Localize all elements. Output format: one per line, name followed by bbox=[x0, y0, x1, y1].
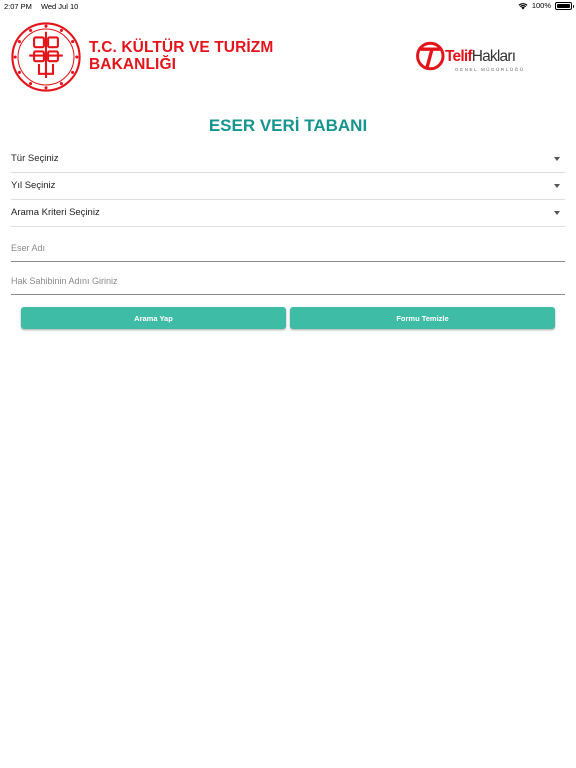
yil-select-label: Yıl Seçiniz bbox=[11, 180, 56, 191]
status-right: 100% bbox=[518, 1, 574, 10]
form-buttons: Arama Yap Formu Temizle bbox=[21, 307, 555, 329]
telif-word-bold: Telif bbox=[445, 48, 473, 65]
telif-haklari-logo: TelifHakları GENEL MÜDÜRLÜĞÜ bbox=[415, 38, 533, 78]
telif-subtitle: GENEL MÜDÜRLÜĞÜ bbox=[455, 67, 525, 72]
hak-sahibi-field-wrapper bbox=[11, 267, 565, 295]
battery-fill bbox=[557, 3, 570, 8]
status-time: 2:07 PM bbox=[4, 2, 32, 11]
header: T.C. KÜLTÜR VE TURİZM BAKANLIĞI TelifHak… bbox=[0, 20, 576, 96]
battery-percent: 100% bbox=[531, 1, 551, 10]
caret-down-icon bbox=[554, 184, 560, 188]
caret-down-icon bbox=[554, 211, 560, 215]
ministry-name-line2: BAKANLIĞI bbox=[89, 56, 177, 73]
page-title: ESER VERİ TABANI bbox=[208, 116, 368, 135]
ministry-seal-logo bbox=[11, 22, 81, 92]
ministry-name-line1: T.C. KÜLTÜR VE TURİZM bbox=[89, 39, 274, 56]
battery-icon bbox=[555, 1, 574, 10]
arama-kriteri-select-label: Arama Kriteri Seçiniz bbox=[11, 207, 100, 218]
hak-sahibi-input[interactable] bbox=[11, 267, 565, 294]
arama-kriteri-select[interactable]: Arama Kriteri Seçiniz bbox=[11, 203, 565, 227]
wifi-icon bbox=[518, 2, 528, 9]
eser-adi-field-wrapper bbox=[11, 234, 565, 262]
telif-emblem-icon bbox=[416, 41, 445, 71]
search-button[interactable]: Arama Yap bbox=[21, 307, 286, 329]
eser-adi-input[interactable] bbox=[11, 234, 565, 261]
clear-form-button[interactable]: Formu Temizle bbox=[290, 307, 555, 329]
telif-wordmark: TelifHakları bbox=[445, 48, 516, 66]
tur-select[interactable]: Tür Seçiniz bbox=[11, 149, 565, 173]
telif-word-thin: Hakları bbox=[471, 48, 516, 65]
status-date: Wed Jul 10 bbox=[40, 2, 79, 11]
ministry-name: T.C. KÜLTÜR VE TURİZM BAKANLIĞI bbox=[89, 39, 273, 73]
yil-select[interactable]: Yıl Seçiniz bbox=[11, 176, 565, 200]
tur-select-label: Tür Seçiniz bbox=[11, 153, 59, 164]
status-left: 2:07 PM Wed Jul 10 bbox=[4, 2, 78, 11]
status-bar: 2:07 PM Wed Jul 10 100% bbox=[0, 0, 576, 12]
caret-down-icon bbox=[554, 157, 560, 161]
